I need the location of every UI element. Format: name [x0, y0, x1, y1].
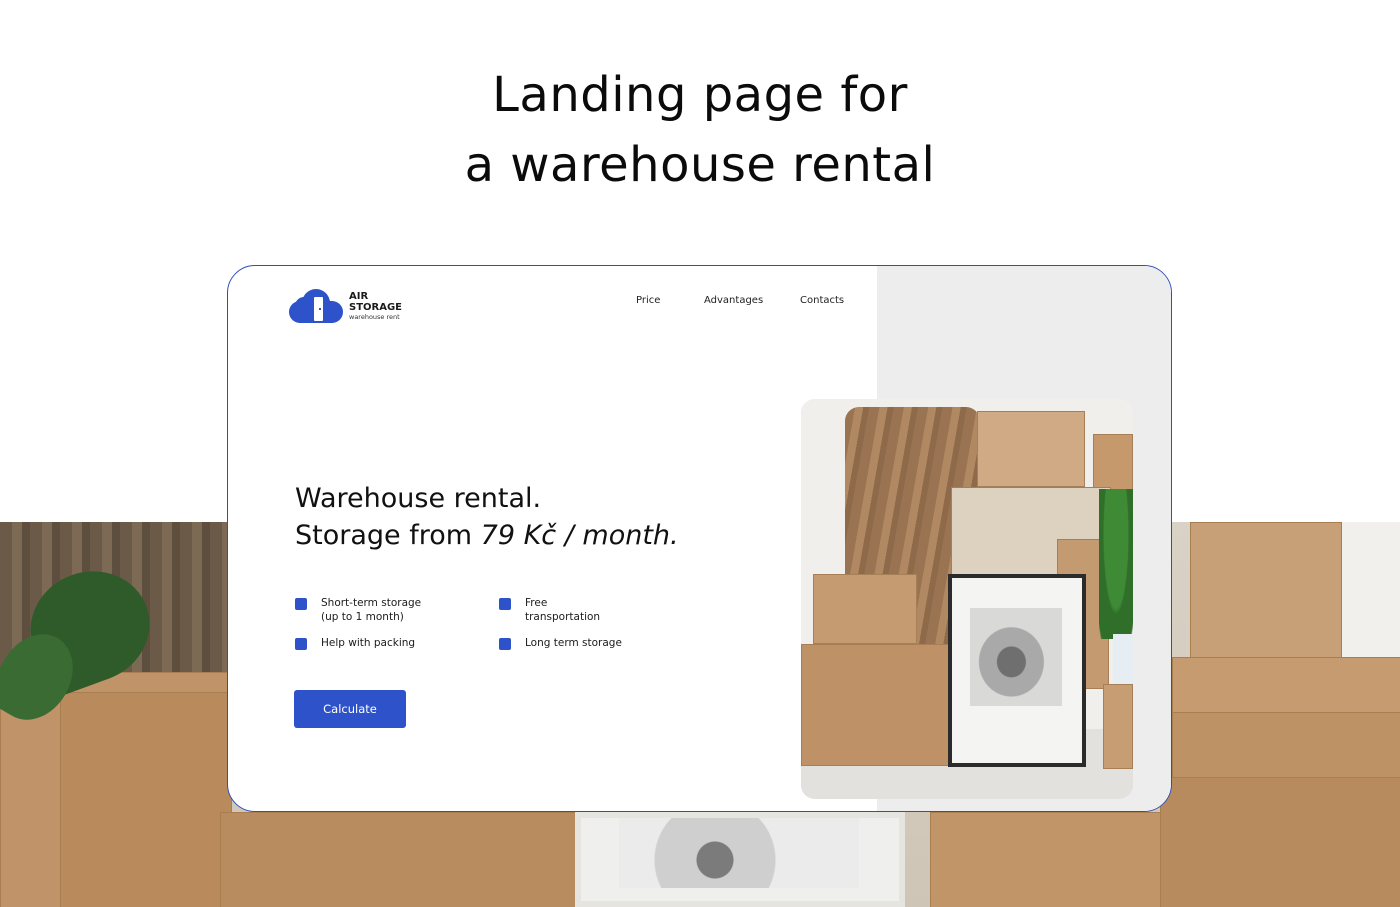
square-bullet-icon — [295, 598, 307, 610]
feature-label: Free transportation — [525, 597, 601, 623]
nav-link-price[interactable]: Price — [636, 295, 660, 306]
background-window — [1340, 522, 1400, 662]
hero-price: 79 Kč / month. — [480, 520, 679, 551]
hero-heading-line-2: Storage from 79 Kč / month. — [295, 517, 679, 554]
logo-line-1: AIR — [349, 290, 369, 302]
page-title: Landing page for a warehouse rental — [0, 60, 1400, 200]
plant-pot — [1113, 634, 1133, 689]
boxes-photo — [801, 399, 1133, 799]
background-picture-frame — [575, 812, 905, 907]
background-box — [1160, 777, 1400, 907]
feature-item: Help with packing — [295, 637, 415, 651]
calculate-button[interactable]: Calculate — [294, 690, 406, 728]
hero-heading-line-1: Warehouse rental. — [295, 483, 542, 514]
feature-label: Short-term storage (up to 1 month) — [321, 597, 422, 623]
cardboard-box — [813, 574, 917, 644]
logo-tagline: warehouse rent — [349, 312, 400, 321]
hero-heading: Warehouse rental. Storage from 79 Kč / m… — [295, 480, 679, 554]
feature-label: Help with packing — [321, 637, 416, 649]
nav-link-advantages[interactable]: Advantages — [704, 295, 763, 306]
artwork-image — [970, 608, 1062, 706]
feature-item: Short-term storage (up to 1 month) — [295, 597, 421, 624]
nav-link-contacts[interactable]: Contacts — [800, 295, 844, 306]
background-box — [1190, 522, 1342, 669]
plant-image — [1099, 489, 1133, 639]
feature-item: Long term storage — [499, 637, 622, 651]
background-box — [1172, 657, 1400, 719]
picture-frame — [948, 574, 1086, 767]
background-box — [1172, 712, 1400, 784]
landing-card: AIR STORAGE warehouse rent Price Advanta… — [227, 265, 1172, 812]
background-box — [60, 692, 232, 907]
logo-text: AIR STORAGE warehouse rent — [349, 291, 402, 322]
cardboard-box — [1093, 434, 1133, 494]
hero-heading-prefix: Storage from — [295, 520, 481, 551]
page-title-line-2: a warehouse rental — [464, 137, 936, 193]
logo[interactable]: AIR STORAGE warehouse rent — [289, 286, 402, 326]
square-bullet-icon — [295, 638, 307, 650]
feature-item: Free transportation — [499, 597, 600, 624]
feature-label: Long term storage — [525, 637, 622, 649]
square-bullet-icon — [499, 598, 511, 610]
cloud-door-icon — [289, 287, 343, 325]
background-box — [930, 812, 1182, 907]
page-title-line-1: Landing page for — [492, 67, 908, 123]
cardboard-box — [1103, 684, 1133, 769]
cardboard-box — [801, 644, 951, 766]
background-box — [220, 812, 582, 907]
square-bullet-icon — [499, 638, 511, 650]
logo-line-2: STORAGE — [349, 301, 403, 313]
cardboard-box — [977, 411, 1085, 487]
